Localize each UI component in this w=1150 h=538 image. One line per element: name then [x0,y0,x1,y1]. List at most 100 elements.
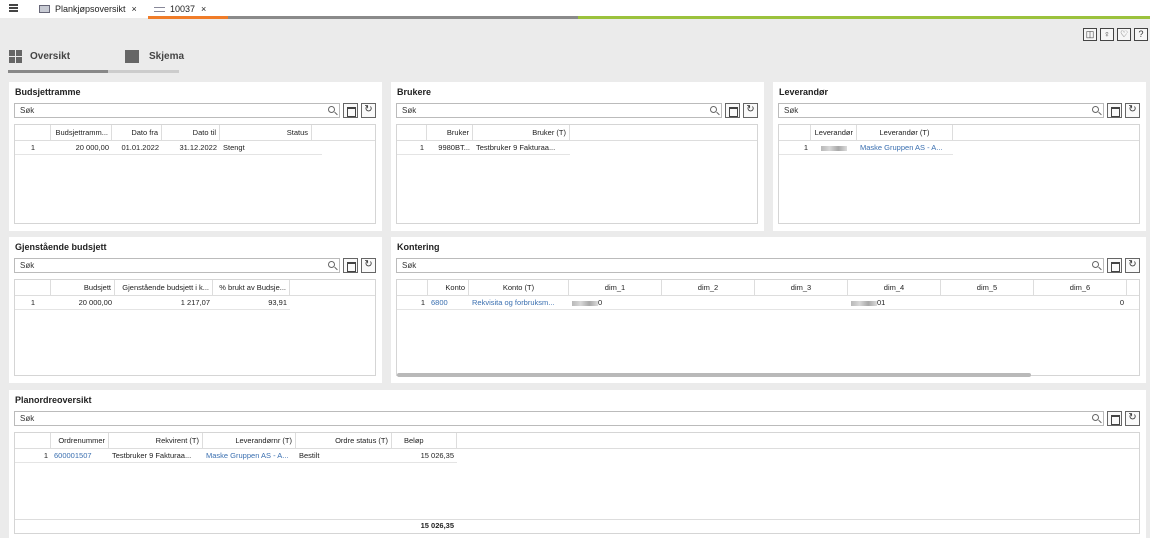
column-header[interactable]: Rekvirent (T) [109,433,203,448]
column-header[interactable]: dim_2 [662,280,755,295]
refresh-button[interactable]: ↻ [1125,411,1140,426]
tab-skjema[interactable]: Skjema [125,50,184,63]
search-row: Søk ↻ [14,103,376,118]
search-input[interactable]: Søk [778,103,1104,118]
tab-oversikt[interactable]: Oversikt [9,50,70,63]
tab-stripe [228,16,578,19]
column-header[interactable]: dim_6 [1034,280,1127,295]
panel-leverandor: Leverandør Søk ↻ Leverandør Leverandør (… [773,82,1146,231]
search-icon[interactable] [1092,414,1099,421]
search-input[interactable]: Søk [396,258,1104,273]
column-header[interactable]: Leverandørnr (T) [203,433,296,448]
column-header[interactable] [397,125,427,140]
panel-brukere: Brukere Søk ↻ Bruker Bruker (T) 1 9980BT… [391,82,764,231]
column-header[interactable] [15,280,51,295]
column-header[interactable]: dim_3 [755,280,848,295]
search-row: Søk ↻ [778,103,1140,118]
column-header[interactable] [15,125,51,140]
table-row[interactable]: 1 6800 Rekvisita og forbruksm... 0 01 0 [397,296,1139,310]
account-name-link[interactable]: Rekvisita og forbruksm... [469,296,569,309]
table-settings-button[interactable] [725,103,740,118]
divider [15,519,1139,520]
heart-icon[interactable]: ♡ [1117,28,1131,41]
column-header[interactable]: % brukt av Budsje... [213,280,290,295]
help-icon[interactable]: ? [1134,28,1148,41]
document-icon [154,6,165,12]
column-header[interactable]: Budsjettramm... [51,125,112,140]
column-header[interactable]: Bruker (T) [473,125,570,140]
column-header[interactable]: Ordre status (T) [296,433,392,448]
column-header[interactable]: Gjenstående budsjett i k... [115,280,213,295]
table-settings-button[interactable] [343,103,358,118]
redacted-value [572,300,598,306]
grid-header: Budsjettramm... Dato fra Dato til Status [15,125,375,141]
column-header[interactable]: Leverandør [811,125,857,140]
supplier-link[interactable]: Maske Gruppen AS - A... [203,449,296,462]
layout-icon[interactable]: ◫ [1083,28,1097,41]
search-input[interactable]: Søk [14,258,340,273]
grid-icon [9,50,22,63]
order-number-link[interactable]: 600001507 [51,449,109,462]
table-settings-button[interactable] [1107,258,1122,273]
panel-title: Budsjettramme [15,87,81,97]
data-grid: Budsjett Gjenstående budsjett i k... % b… [14,279,376,376]
column-header[interactable]: Budsjett [51,280,115,295]
redacted-value [851,300,877,306]
grid-header: Konto Konto (T) dim_1 dim_2 dim_3 dim_4 … [397,280,1139,296]
refresh-button[interactable]: ↻ [1125,258,1140,273]
column-header[interactable]: dim_5 [941,280,1034,295]
refresh-button[interactable]: ↻ [1125,103,1140,118]
tab-plankjopsoversikt[interactable]: Plankjøpsoversikt × [33,0,147,18]
data-grid: Bruker Bruker (T) 1 9980BT... Testbruker… [396,124,758,224]
column-header[interactable]: dim_4 [848,280,941,295]
table-row[interactable]: 1 9980BT... Testbruker 9 Fakturaa... [397,141,570,155]
account-link[interactable]: 6800 [428,296,469,309]
panel-title: Kontering [397,242,440,252]
column-header[interactable] [397,280,428,295]
grid-header: Bruker Bruker (T) [397,125,757,141]
search-row: Søk ↻ [396,103,758,118]
table-row[interactable]: 1 600001507 Testbruker 9 Fakturaa... Mas… [15,449,457,463]
search-icon[interactable] [1092,261,1099,268]
column-header[interactable] [779,125,811,140]
grid-header: Budsjett Gjenstående budsjett i k... % b… [15,280,375,296]
refresh-button[interactable]: ↻ [361,258,376,273]
panel-budsjettramme: Budsjettramme Søk ↻ Budsjettramm... Dato… [9,82,382,231]
supplier-link[interactable]: Maske Gruppen AS - A... [857,141,953,154]
grid-header: Ordrenummer Rekvirent (T) Leverandørnr (… [15,433,1139,449]
column-header[interactable] [15,433,51,448]
table-settings-button[interactable] [1107,103,1122,118]
search-icon[interactable] [328,106,335,113]
refresh-button[interactable]: ↻ [743,103,758,118]
search-input[interactable]: Søk [14,103,340,118]
column-header[interactable]: Beløp [392,433,457,448]
column-header[interactable]: Status [220,125,312,140]
table-settings-button[interactable] [1107,411,1122,426]
close-icon[interactable]: × [132,4,137,14]
column-header[interactable]: Konto (T) [469,280,569,295]
table-settings-button[interactable] [343,258,358,273]
column-header[interactable]: Ordrenummer [51,433,109,448]
active-tab-indicator [148,16,228,19]
search-icon[interactable] [710,106,717,113]
close-icon[interactable]: × [201,4,206,14]
search-icon[interactable] [1092,106,1099,113]
column-header[interactable]: Dato til [162,125,220,140]
table-row[interactable]: 1 20 000,00 1 217,07 93,91 [15,296,290,310]
table-row[interactable]: 1 20 000,00 01.01.2022 31.12.2022 Stengt [15,141,322,155]
lightbulb-icon[interactable]: ♀ [1100,28,1114,41]
column-header[interactable]: dim_1 [569,280,662,295]
column-header[interactable]: Dato fra [112,125,162,140]
refresh-button[interactable]: ↻ [361,103,376,118]
column-header[interactable]: Konto [428,280,469,295]
column-header[interactable]: Leverandør (T) [857,125,953,140]
menu-icon[interactable] [9,3,21,14]
toolbar: ◫ ♀ ♡ ? [1083,28,1148,41]
column-header[interactable]: Bruker [427,125,473,140]
search-input[interactable]: Søk [14,411,1104,426]
search-icon[interactable] [328,261,335,268]
tab-skjema-label: Skjema [149,51,185,62]
table-row[interactable]: 1 Maske Gruppen AS - A... [779,141,953,155]
search-input[interactable]: Søk [396,103,722,118]
horizontal-scrollbar[interactable] [397,373,1031,377]
